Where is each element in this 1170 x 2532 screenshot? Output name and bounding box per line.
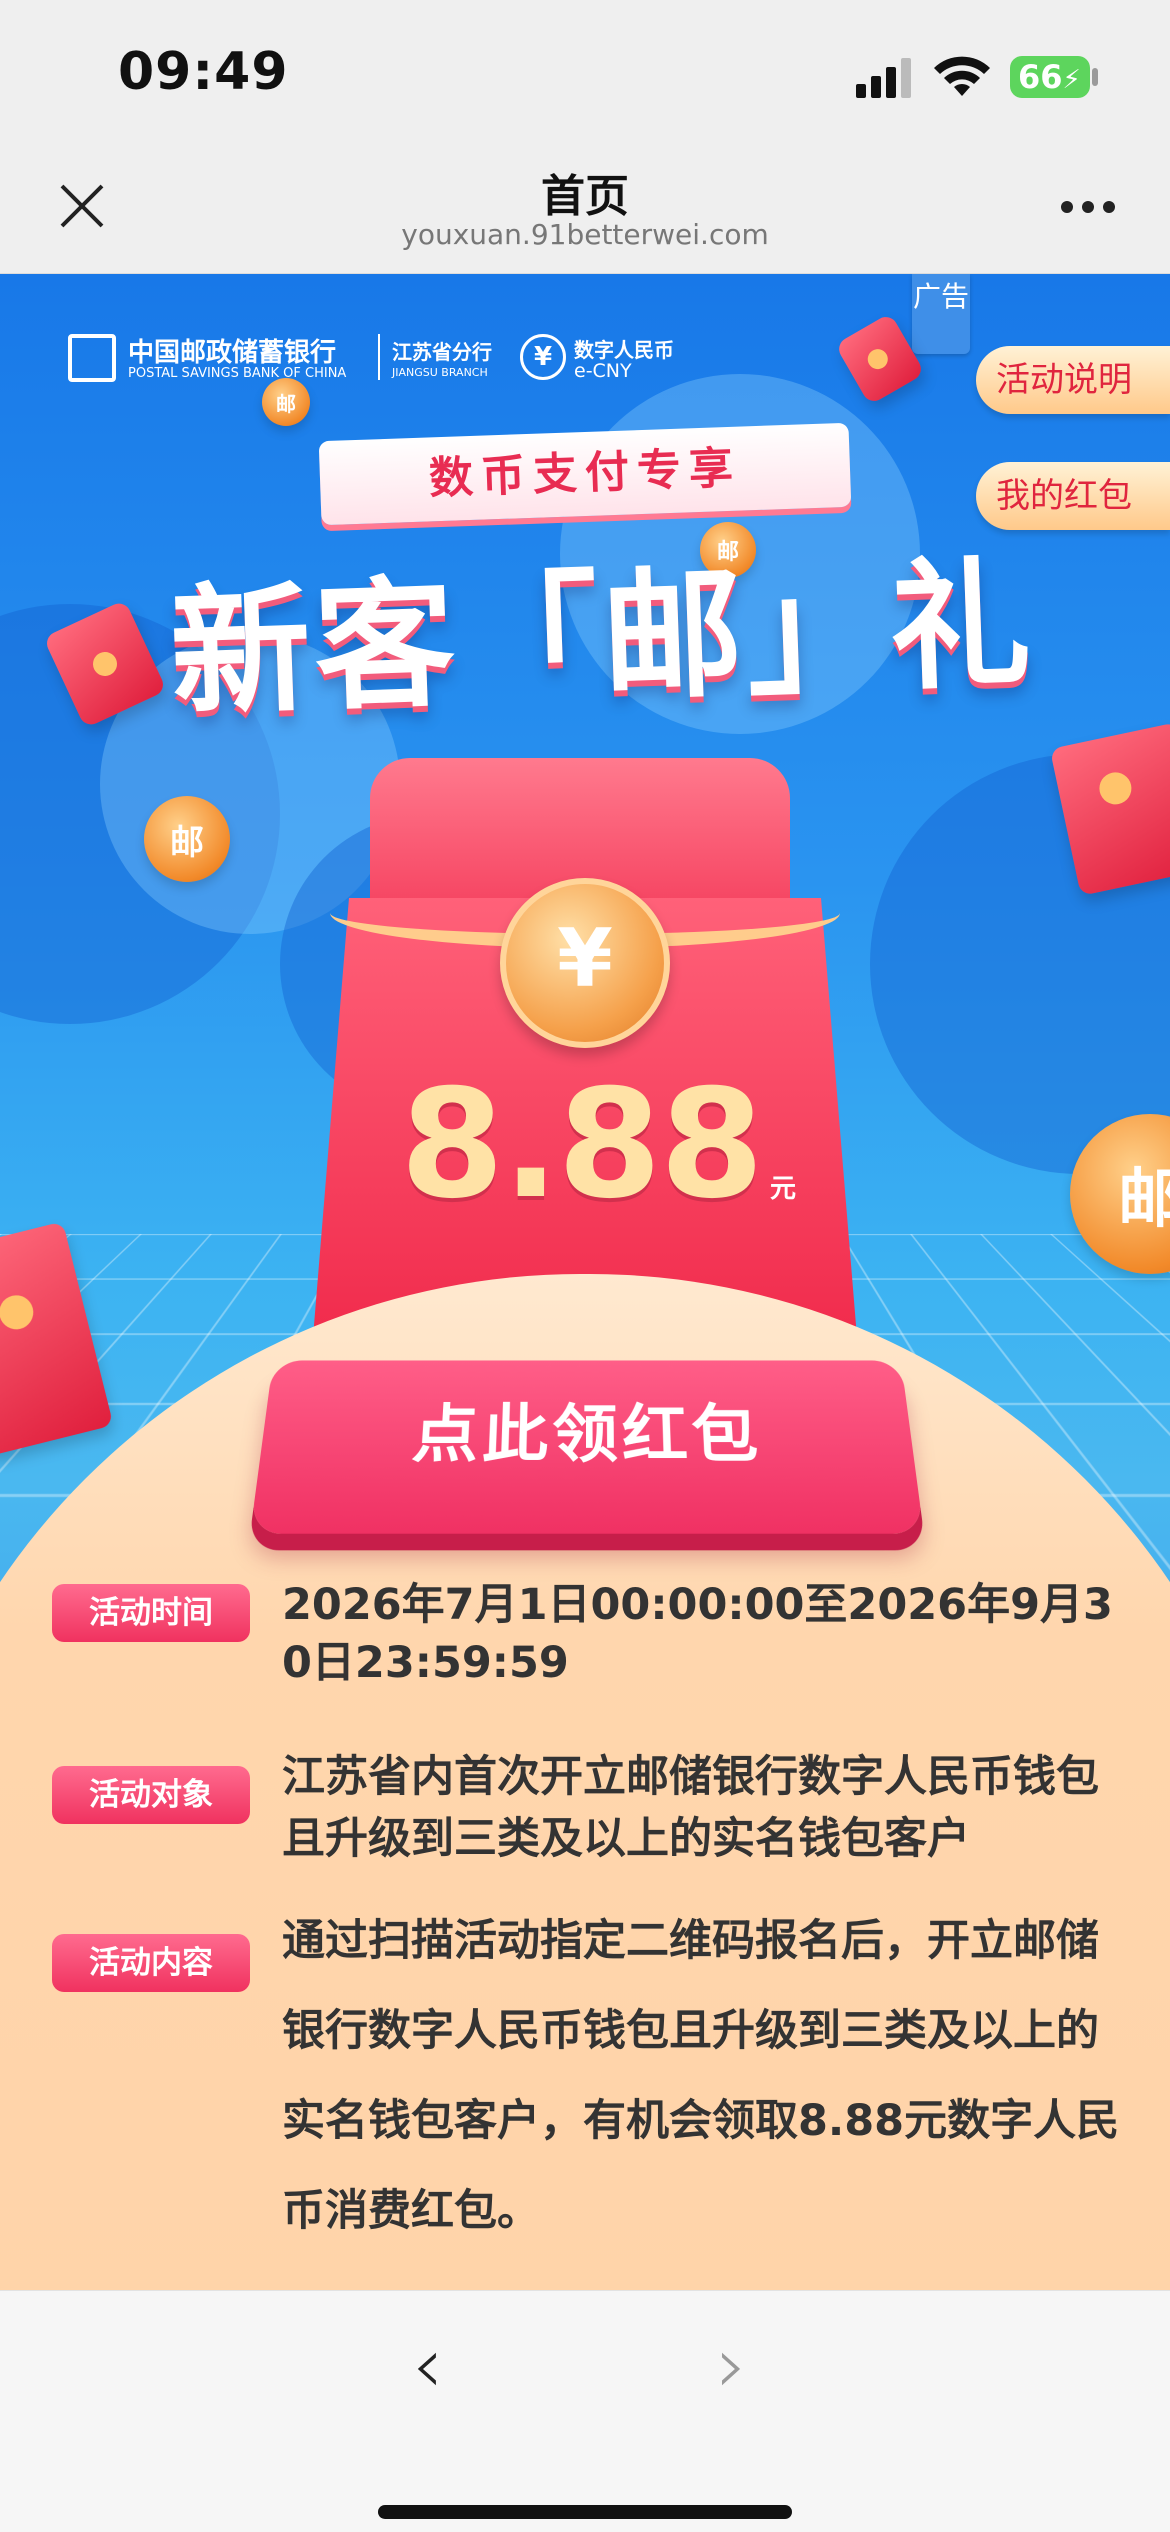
claim-red-packet-button[interactable]: 点此领红包 [250,1360,924,1533]
status-time: 09:49 [118,42,289,102]
postal-bank-logo-icon [68,334,116,382]
activity-content-text: 通过扫描活动指定二维码报名后，开立邮储银行数字人民币钱包且升级到三类及以上的实名… [282,1896,1132,2256]
decor-coin: 邮 [262,378,310,426]
battery-icon: 66⚡ [1010,56,1090,98]
more-options-icon[interactable] [1060,200,1116,214]
yuan-coin-icon: ¥ [500,878,670,1048]
promo-page: 中国邮政储蓄银行 POSTAL SAVINGS BANK OF CHINA 江苏… [0,274,1170,2290]
amount-unit: 元 [770,1168,796,1205]
cellular-signal-icon [856,58,914,98]
wifi-icon [934,56,990,98]
browser-toolbar: ‹ › [0,2290,1170,2532]
branch-name-cn: 江苏省分行 [392,336,492,365]
battery-level: 66 [1018,58,1063,96]
back-icon[interactable]: ‹ [412,2327,443,2405]
ecny-name-cn: 数字人民币 [574,334,674,363]
ad-badge: 广告 [912,274,970,354]
activity-time-text: 2026年7月1日00:00:00至2026年9月30日23:59:59 [282,1576,1132,1692]
forward-icon[interactable]: › [716,2327,747,2405]
logo-divider [378,334,380,380]
activity-time-tag: 活动时间 [52,1584,250,1642]
activity-rules-button[interactable]: 活动说明 [976,346,1170,414]
red-packet-amount: 8.88 [400,1058,762,1232]
ecny-name-en: e-CNY [574,360,632,382]
activity-target-text: 江苏省内首次开立邮储银行数字人民币钱包且升级到三类及以上的实名钱包客户 [282,1746,1132,1870]
activity-content-tag: 活动内容 [52,1934,250,1992]
activity-target-tag: 活动对象 [52,1766,250,1824]
battery-cap [1092,68,1098,86]
home-indicator [378,2505,792,2519]
ecny-logo-icon: ¥ [520,334,566,380]
bank-name-cn: 中国邮政储蓄银行 [128,332,336,369]
page-url: youxuan.91betterwei.com [0,218,1170,251]
bank-name-en: POSTAL SAVINGS BANK OF CHINA [128,366,346,381]
page-title: 首页 [0,160,1170,224]
decor-coin: 邮 [144,796,230,882]
browser-nav-bar: 首页 youxuan.91betterwei.com [0,150,1170,274]
promo-headline: 新客「邮」礼 [167,511,1014,742]
status-bar: 09:49 66⚡ [0,0,1170,150]
branch-name-en: JIANGSU BRANCH [392,366,488,379]
